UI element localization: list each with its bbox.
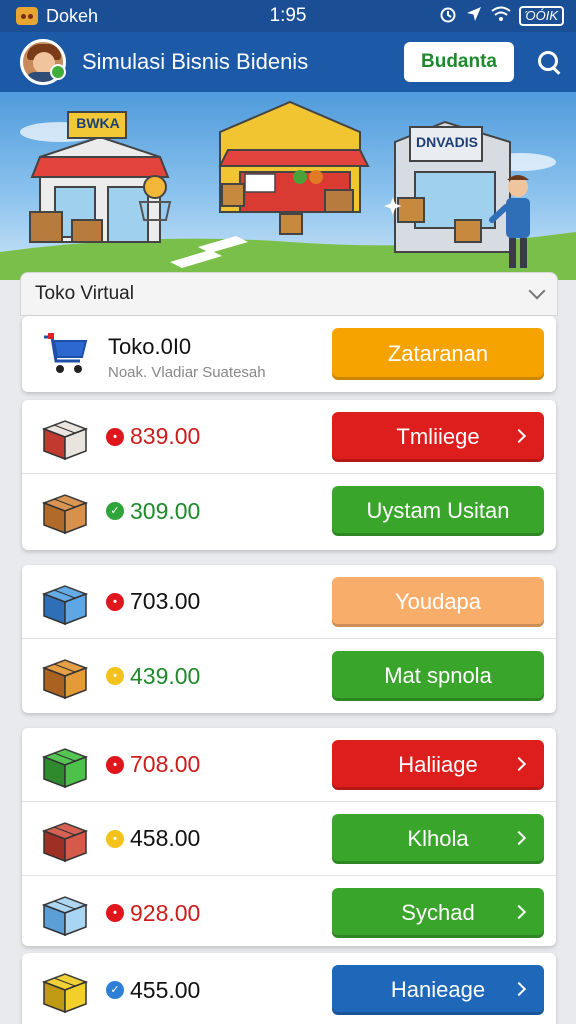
alarm-icon [439,5,457,28]
item-price: 708.00 [130,751,201,777]
chevron-right-icon [511,830,527,845]
item-action-label: Uystam Usitan [366,498,510,523]
chevron-right-icon [511,756,527,771]
status-dot-icon: ✓ [106,502,124,520]
status-bar-right: ΌÓΙΚ [439,5,564,28]
item-price: 928.00 [130,899,201,926]
panel-title: Toko Virtual [35,283,134,304]
item-price: 439.00 [130,662,201,689]
item-action-button[interactable]: Mat spnola [332,651,544,701]
status-dot-icon: ✓ [106,981,124,999]
search-icon[interactable] [536,49,562,75]
shopping-cart-icon [44,333,88,373]
list-item: • 928.00 Sychad [22,876,556,950]
item-action-label: Mat spnola [384,663,492,688]
item-price: 839.00 [130,423,201,449]
status-dot-icon: • [106,427,124,446]
item-action-button[interactable]: Sychad [332,888,544,938]
list-item: ✓ 309.00 Uystam Usitan [22,474,556,548]
yellow-boxes-icon [41,973,89,1014]
light-blue-box-icon [41,896,89,937]
item-price: 703.00 [130,588,201,614]
item-action-label: Hanieage [390,977,486,1002]
cardboard-box-icon [41,494,89,535]
header-action-button[interactable]: Budanta [404,42,514,82]
shop-subtitle: Noak. Vladiar Suatesah [108,364,266,381]
red-box-icon [41,821,89,862]
chevron-right-icon [511,904,527,920]
item-action-label: Haliiage [398,751,478,777]
shop-card: Toko.0I0 Noak. Vladiar Suatesah Zatarana… [22,316,556,392]
shop-row: Toko.0I0 Noak. Vladiar Suatesah Zatarana… [22,316,556,392]
item-group-1: • 839.00 Tmliiege ✓ 309.00 Uystam Usitan [22,400,556,550]
item-group-4: ✓ 455.00 Hanieage [22,953,556,1024]
status-dot-icon: • [106,829,124,848]
list-item: • 839.00 Tmliiege [22,400,556,474]
status-app-name: Dokeh [46,5,99,26]
chevron-down-icon[interactable] [528,282,546,300]
list-item: • 703.00 Youdapa [22,565,556,639]
item-price: 309.00 [130,497,201,524]
list-item: • 708.00 Haliiage [22,728,556,802]
item-action-label: Youdapa [394,588,482,614]
status-dot-icon: • [106,592,124,611]
list-item: ✓ 455.00 Hanieage [22,953,556,1024]
status-dot-icon: • [106,904,124,922]
shop-name: Toko.0I0 [108,334,192,359]
item-action-label: Klhola [407,825,469,851]
green-box-icon [41,747,89,788]
item-price: 455.00 [130,976,201,1003]
item-action-button[interactable]: Tmliiege [332,411,544,462]
chevron-right-icon [511,981,527,997]
status-dot-icon: • [106,667,124,685]
list-item: • 458.00 Klhola [22,802,556,876]
item-group-2: • 703.00 Youdapa • 439.00 Mat spnola [22,565,556,713]
virtual-store-panel-header[interactable]: Toko Virtual [20,272,558,316]
item-price: 458.00 [130,825,201,851]
goods-box-icon [41,419,89,460]
store-banner-illustration: BWKA DNVADIS [0,92,576,280]
list-item: • 439.00 Mat spnola [22,639,556,713]
app-header: Simulasi Bisnis Bidenis Budanta [0,32,576,92]
app-notification-icon [16,7,38,25]
item-group-3: • 708.00 Haliiage • 458.00 Klhola • 928.00 Syc… [22,728,556,946]
status-bar-left: Dokeh [16,6,98,27]
wifi-icon [491,6,511,27]
banner-sign-left: BWKA [76,115,120,131]
location-icon [465,5,483,28]
banner-sign-right: DNVADIS [416,134,478,150]
battery-indicator: ΌÓΙΚ [519,6,564,26]
item-action-label: Sychad [401,900,475,925]
online-badge-icon [50,64,66,80]
item-action-button[interactable]: Uystam Usitan [332,486,544,536]
app-title: Simulasi Bisnis Bidenis [82,49,309,74]
item-action-button[interactable]: Klhola [332,813,544,864]
blue-box-icon [41,584,89,625]
item-action-label: Tmliiege [396,423,480,449]
chevron-right-icon [511,428,527,443]
item-action-button[interactable]: Youdapa [332,576,544,627]
shop-action-button[interactable]: Zataranan [332,328,544,380]
status-bar: Dokeh 1:95 ΌÓΙΚ [0,0,576,32]
item-action-button[interactable]: Hanieage [332,965,544,1015]
item-action-button[interactable]: Haliiage [332,739,544,790]
status-dot-icon: • [106,755,124,774]
orange-box-icon [41,659,89,700]
